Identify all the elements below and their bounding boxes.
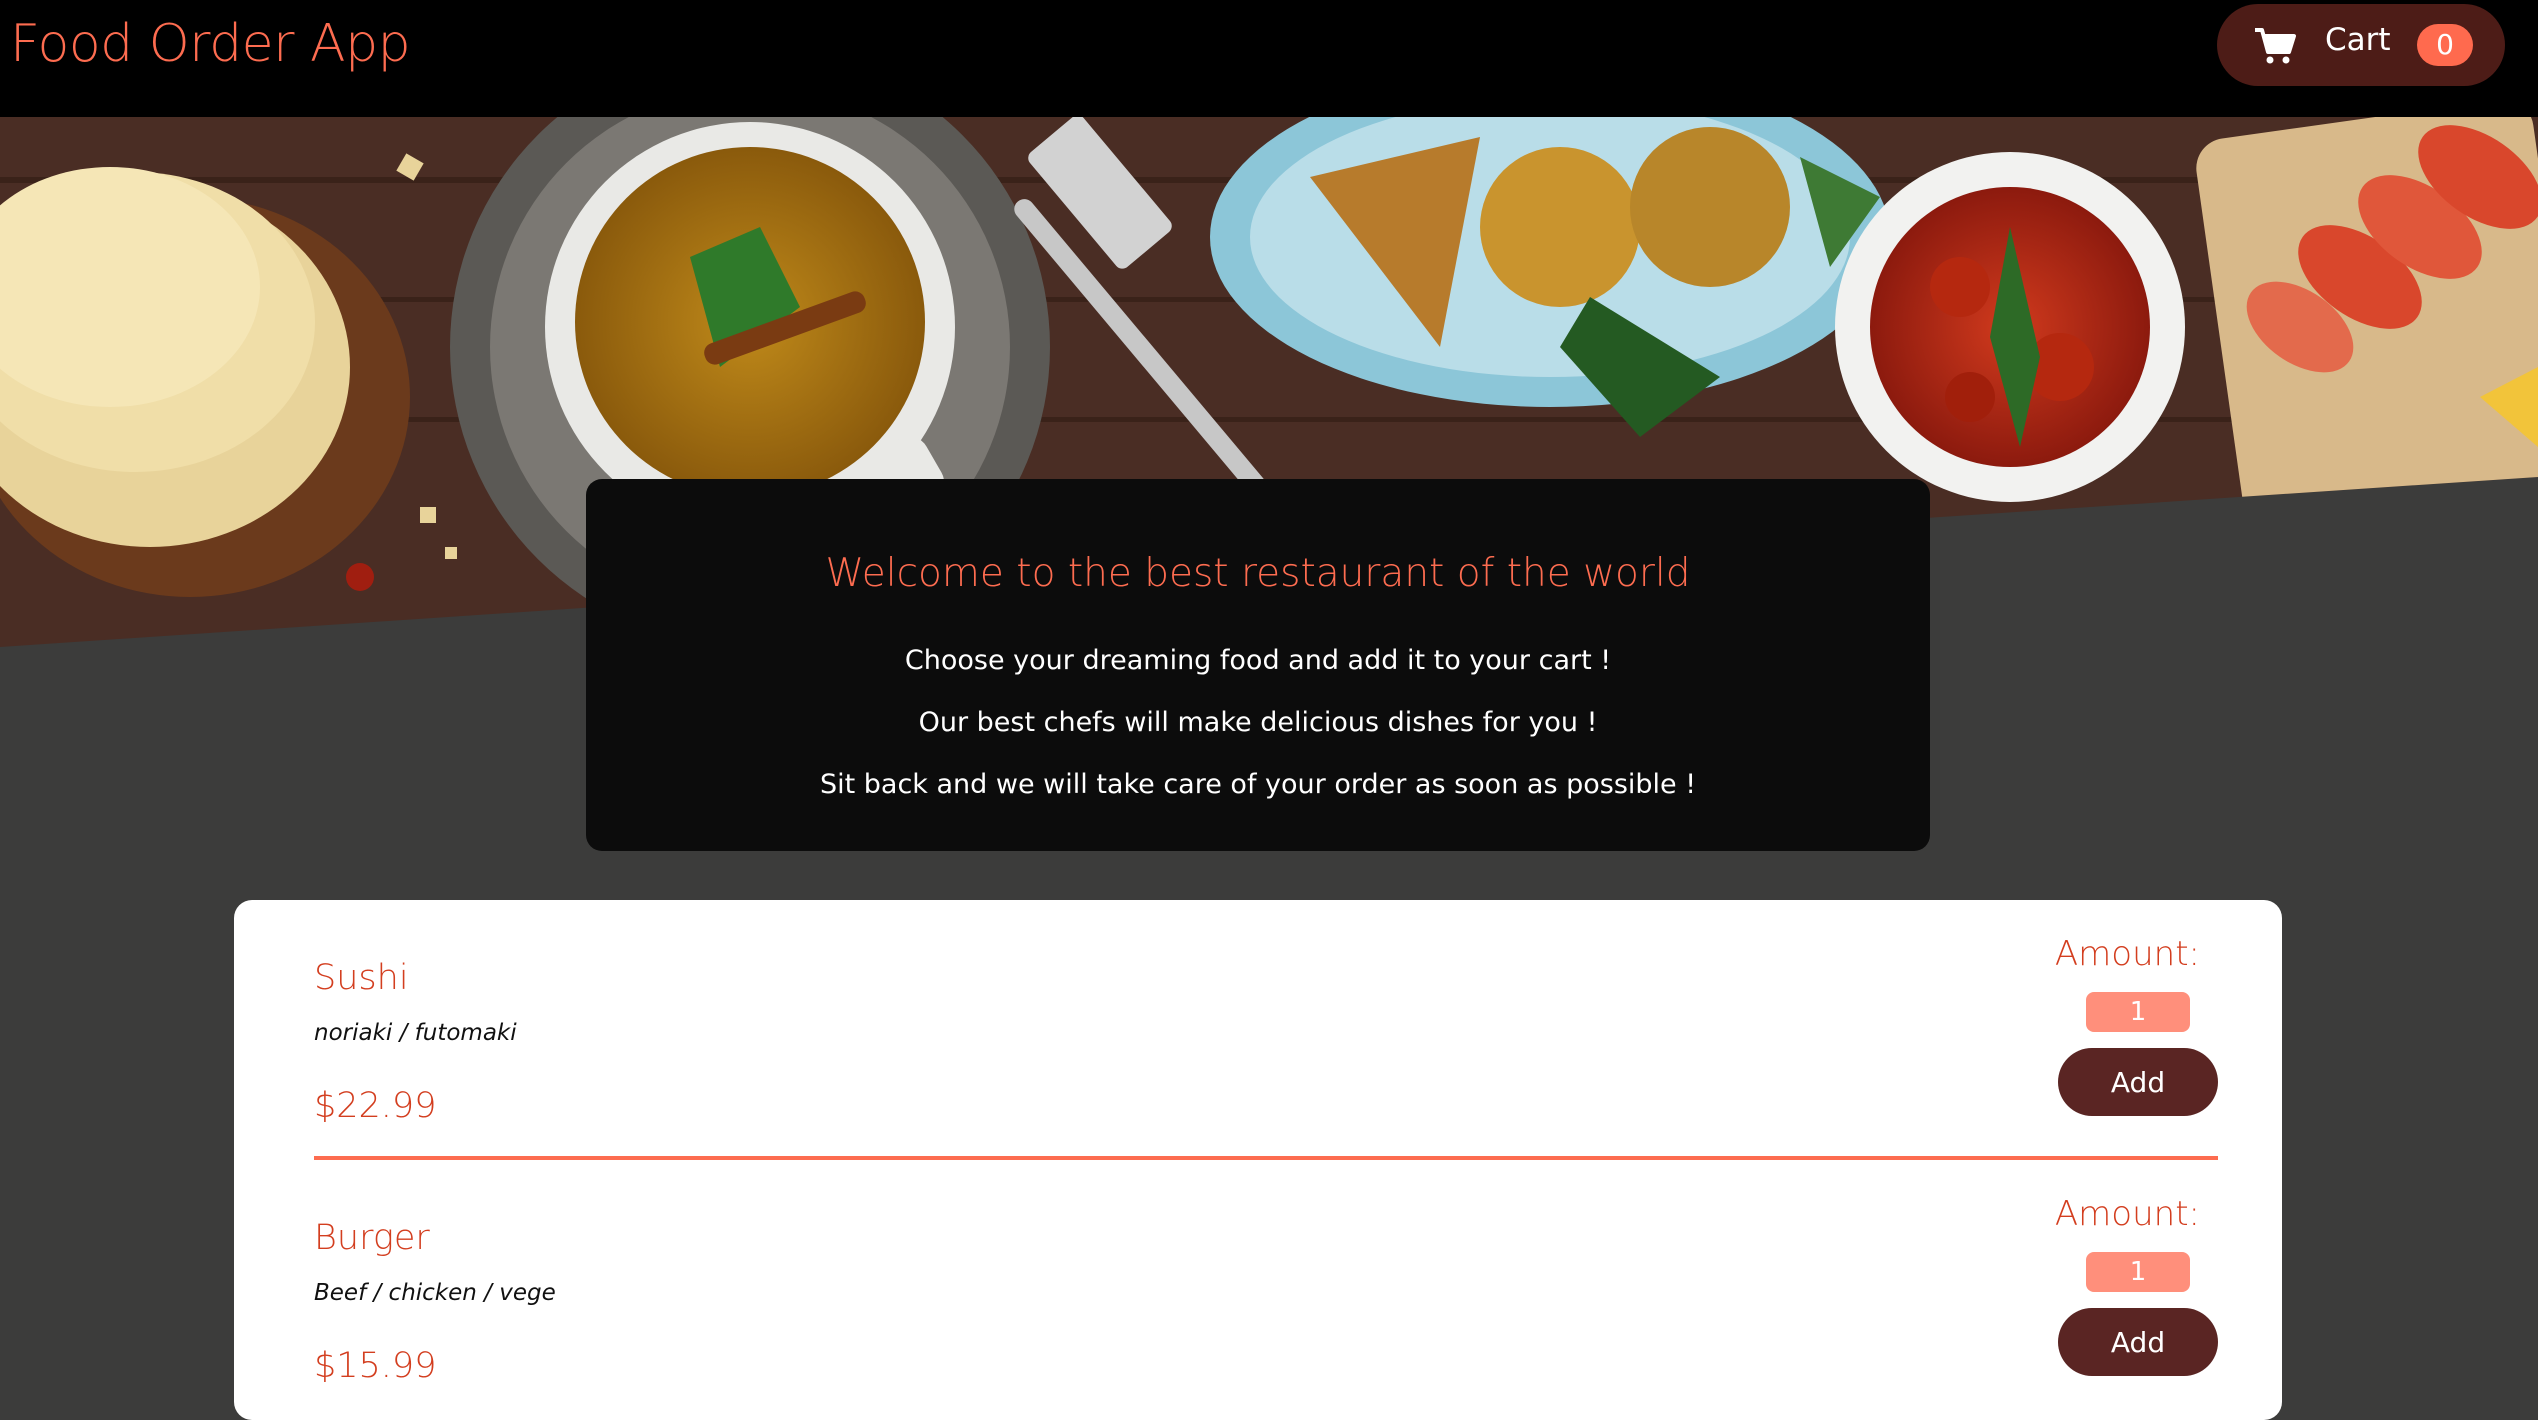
cart-icon: [2255, 28, 2296, 64]
summary-line: Choose your dreaming food and add it to …: [904, 645, 1612, 676]
summary-title: Welcome to the best restaurant of the wo…: [825, 551, 1691, 596]
meal-item: Sushi noriaki / futomaki $22.99 Amount: …: [314, 900, 2218, 1160]
app-title: Food Order App: [10, 14, 411, 74]
meal-name: Sushi: [314, 958, 409, 998]
amount-label: Amount:: [2054, 1194, 2200, 1234]
cart-label: Cart: [2325, 22, 2391, 58]
add-button[interactable]: Add: [2058, 1308, 2218, 1376]
summary-line: Our best chefs will make delicious dishe…: [918, 707, 1598, 738]
meal-description: Beef / chicken / vege: [314, 1280, 556, 1306]
amount-label: Amount:: [2054, 934, 2200, 974]
amount-input[interactable]: [2086, 992, 2190, 1032]
meal-price: $15.99: [314, 1346, 437, 1386]
meals-list: Sushi noriaki / futomaki $22.99 Amount: …: [234, 900, 2282, 1420]
add-button[interactable]: Add: [2058, 1048, 2218, 1116]
meal-name: Burger: [314, 1218, 430, 1258]
amount-input[interactable]: [2086, 1252, 2190, 1292]
welcome-summary: Welcome to the best restaurant of the wo…: [586, 479, 1930, 851]
summary-line: Sit back and we will take care of your o…: [819, 769, 1697, 800]
meal-item: Burger Beef / chicken / vege $15.99 Amou…: [314, 1160, 2218, 1420]
cart-button[interactable]: Cart 0: [2217, 4, 2505, 86]
meal-description: noriaki / futomaki: [314, 1020, 517, 1046]
app-header: Food Order App Cart 0: [0, 0, 2538, 117]
cart-count-badge: 0: [2417, 24, 2473, 66]
meal-price: $22.99: [314, 1086, 437, 1126]
